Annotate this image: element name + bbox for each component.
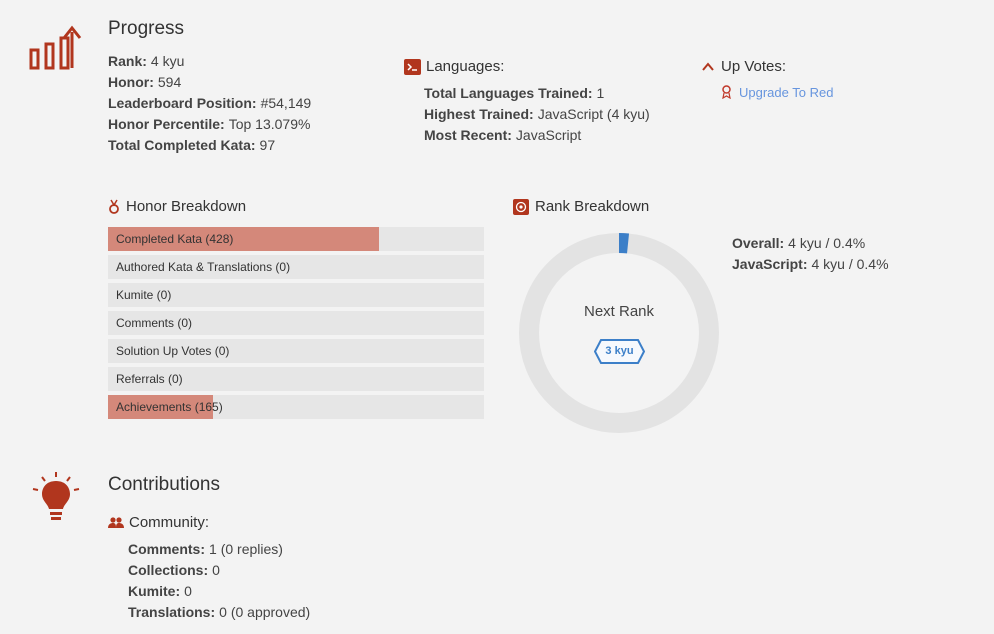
languages-stats: Total Languages Trained: 1 Highest Traine… [424,83,650,146]
honor-bar-label: Achievements (165) [116,400,223,414]
honor-bar-label: Solution Up Votes (0) [116,344,230,358]
chevron-up-icon [702,62,714,71]
rank-progress-ring [519,233,719,433]
terminal-icon [404,59,421,75]
stat-honor: Honor: 594 [108,74,182,90]
stat-translations: Translations: 0 (0 approved) [128,604,311,620]
ribbon-icon [722,85,731,99]
honor-bar-authored-kata: Authored Kata & Translations (0) [108,255,484,279]
next-rank-badge: 3 kyu [605,345,634,357]
honor-bar-kumite: Kumite (0) [108,283,484,307]
stat-overall-rank: Overall: 4 kyu / 0.4% [732,235,866,251]
stat-total-completed-kata: Total Completed Kata: 97 [108,137,276,153]
rank-breakdown-title: Rank Breakdown [535,198,650,215]
stat-javascript-rank: JavaScript: 4 kyu / 0.4% [732,256,889,272]
community-stats: Comments: 1 (0 replies) Collections: 0 Kum… [128,539,310,623]
stat-highest-trained: Highest Trained: JavaScript (4 kyu) [424,106,650,122]
stat-total-languages: Total Languages Trained: 1 [424,85,605,101]
lightbulb-icon [32,472,80,520]
stat-honor-percentile: Honor Percentile: Top 13.079% [108,116,311,132]
honor-bar-label: Kumite (0) [116,288,172,302]
honor-bar-label: Completed Kata (428) [116,232,234,246]
upgrade-to-red-link[interactable]: Upgrade To Red [739,85,833,100]
target-icon [513,199,529,215]
contributions-title: Contributions [108,474,220,495]
stat-collections: Collections: 0 [128,562,220,578]
stat-kumite: Kumite: 0 [128,583,192,599]
honor-bar-comments: Comments (0) [108,311,484,335]
honor-bar-label: Comments (0) [116,316,193,330]
honor-breakdown-title: Honor Breakdown [126,198,247,215]
medal-icon [109,199,119,214]
honor-bar-label: Authored Kata & Translations (0) [116,260,291,274]
rank-stats: Overall: 4 kyu / 0.4% JavaScript: 4 kyu / … [732,233,889,275]
next-rank-label: Next Rank [583,303,655,320]
stat-rank: Rank: 4 kyu [108,53,185,69]
stat-most-recent: Most Recent: JavaScript [424,127,582,143]
honor-bar-referrals: Referrals (0) [108,367,484,391]
progress-chart-icon [29,25,82,70]
progress-title: Progress [108,18,185,39]
community-title: Community: [129,514,210,531]
stat-leaderboard-position: Leaderboard Position: #54,149 [108,95,312,111]
honor-bar-completed-kata: Completed Kata (428) [108,227,484,251]
stat-comments: Comments: 1 (0 replies) [128,541,283,557]
users-icon [108,517,124,528]
upvotes-title: Up Votes: [721,58,787,75]
languages-title: Languages: [426,58,505,75]
honor-bar-label: Referrals (0) [116,372,183,386]
progress-stats: Rank: 4 kyu Honor: 594 Leaderboard Positio… [108,51,311,156]
honor-bar-solution-up-votes: Solution Up Votes (0) [108,339,484,363]
honor-bar-achievements: Achievements (165) [108,395,484,419]
